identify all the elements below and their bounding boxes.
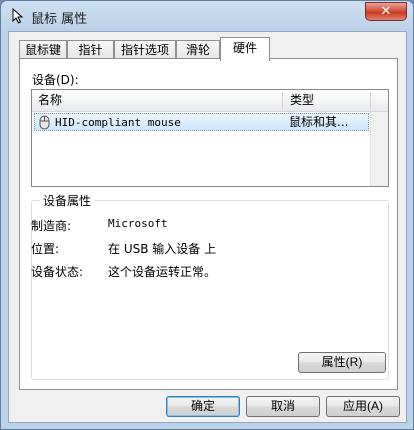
mouse-pointer-icon <box>12 8 24 24</box>
list-header: 名称 类型 <box>32 90 388 112</box>
hardware-tab-panel: 设备(D): 名称 类型 HID-compliant mouse 鼠标和其... <box>19 58 398 390</box>
manufacturer-label: 制造商: <box>31 219 72 233</box>
list-scrollbar-area[interactable] <box>370 112 388 186</box>
properties-button[interactable]: 属性(R) <box>298 352 386 373</box>
mouse-properties-window: 鼠标 属性 ✕ 鼠标键 指针 指针选项 滑轮 硬件 设备(D): 名称 类型 H… <box>0 0 414 430</box>
ok-button[interactable]: 确定 <box>166 396 240 417</box>
title-bar[interactable]: 鼠标 属性 ✕ <box>1 1 413 31</box>
device-row-hid-mouse[interactable]: HID-compliant mouse 鼠标和其... <box>34 113 369 131</box>
tab-pointers[interactable]: 指针 <box>67 40 114 60</box>
column-divider[interactable] <box>282 92 283 109</box>
location-label: 位置: <box>31 242 60 256</box>
close-button[interactable]: ✕ <box>365 2 407 21</box>
device-status-value: 这个设备运转正常。 <box>108 265 217 279</box>
mouse-device-icon <box>39 115 50 130</box>
device-list[interactable]: 名称 类型 HID-compliant mouse 鼠标和其... <box>31 89 389 187</box>
devices-label: 设备(D): <box>32 73 79 87</box>
column-header-name[interactable]: 名称 <box>32 90 282 111</box>
dialog-client-area: 鼠标键 指针 指针选项 滑轮 硬件 设备(D): 名称 类型 HID-compl… <box>8 31 407 423</box>
tab-hardware[interactable]: 硬件 <box>220 37 270 61</box>
cancel-button[interactable]: 取消 <box>246 396 320 417</box>
device-status-label: 设备状态: <box>31 265 84 279</box>
tab-buttons[interactable]: 鼠标键 <box>19 40 67 60</box>
tab-wheel[interactable]: 滑轮 <box>176 40 220 60</box>
properties-group-title: 设备属性 <box>40 192 95 209</box>
window-title: 鼠标 属性 <box>31 12 88 27</box>
column-header-type[interactable]: 类型 <box>284 90 370 111</box>
device-name: HID-compliant mouse <box>55 116 181 129</box>
close-icon: ✕ <box>380 4 392 19</box>
device-type: 鼠标和其... <box>289 115 349 129</box>
manufacturer-value: Microsoft <box>108 217 168 230</box>
column-divider[interactable] <box>370 92 371 109</box>
location-value: 在 USB 输入设备 上 <box>108 242 217 256</box>
device-properties-group: 设备属性 制造商: Microsoft 位置: 在 USB 输入设备 上 设备状… <box>31 192 389 380</box>
apply-button[interactable]: 应用(A) <box>326 396 400 417</box>
tab-pointer-options[interactable]: 指针选项 <box>114 40 176 60</box>
